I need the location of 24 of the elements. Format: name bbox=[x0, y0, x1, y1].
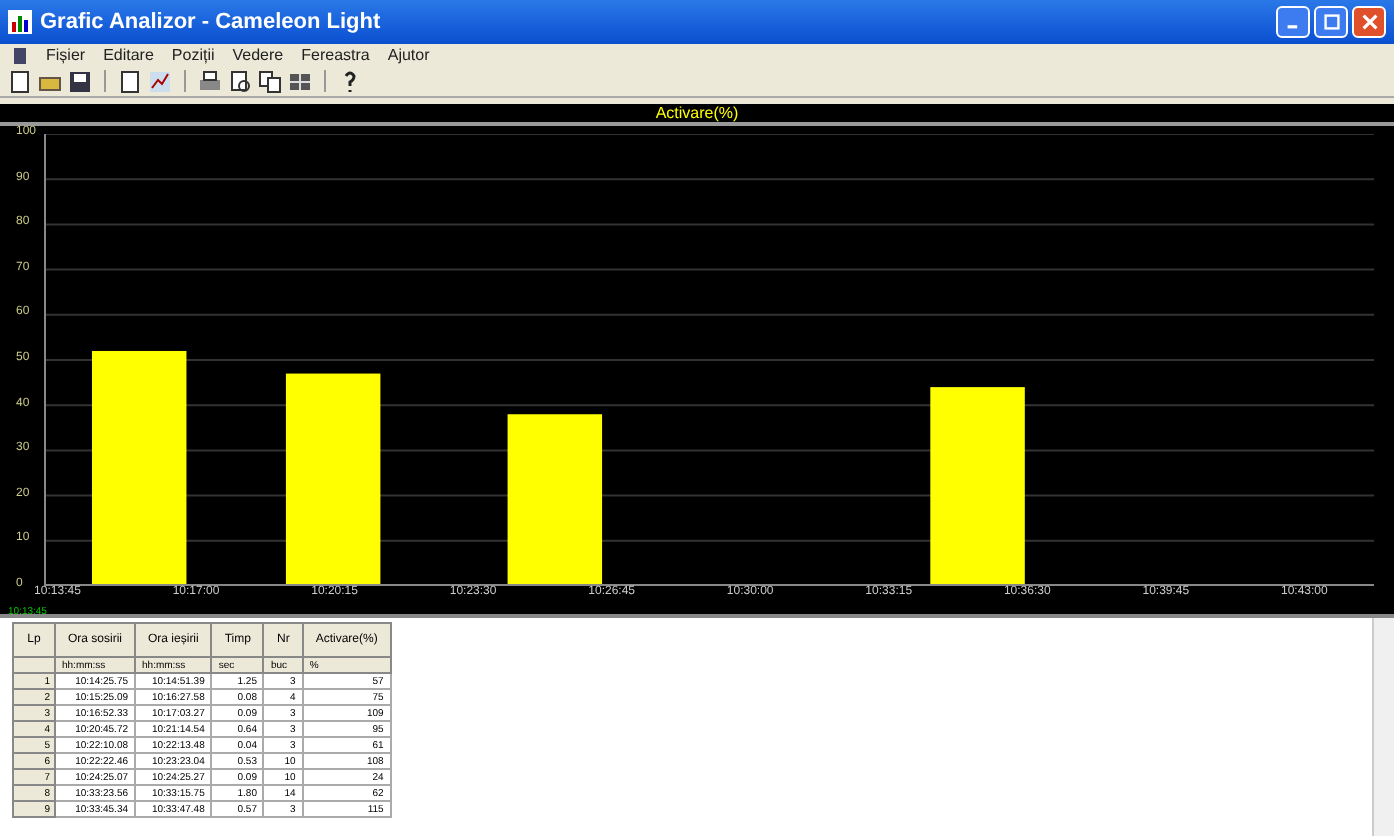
grid-icon[interactable] bbox=[288, 69, 312, 93]
document-icon[interactable] bbox=[12, 47, 28, 63]
printer-icon[interactable] bbox=[198, 69, 222, 93]
save-icon[interactable] bbox=[68, 69, 92, 93]
copy-icon[interactable] bbox=[258, 69, 282, 93]
scrollbar[interactable] bbox=[1372, 618, 1394, 836]
menu-item[interactable]: Ajutor bbox=[387, 46, 430, 64]
close-button[interactable] bbox=[1352, 6, 1386, 38]
document-icon[interactable] bbox=[118, 69, 142, 93]
close-icon bbox=[1361, 14, 1377, 30]
chart-icon bbox=[8, 10, 32, 34]
window-title: Grafic Analizor - Cameleon Light bbox=[40, 10, 381, 34]
menu-item[interactable]: Fișier bbox=[46, 46, 86, 64]
minimize-button[interactable] bbox=[1276, 6, 1310, 38]
menu-item[interactable]: Poziții bbox=[171, 46, 215, 64]
chart-icon[interactable] bbox=[148, 69, 172, 93]
menu-item[interactable]: Editare bbox=[103, 46, 154, 64]
maximize-button[interactable] bbox=[1314, 6, 1348, 38]
menu-item[interactable]: Vedere bbox=[232, 46, 284, 64]
preview-icon[interactable] bbox=[228, 69, 252, 93]
document-icon[interactable] bbox=[8, 69, 32, 93]
maximize-icon bbox=[1323, 14, 1339, 30]
chart-title: Activare(%) bbox=[655, 104, 739, 122]
menu-item[interactable]: Fereastra bbox=[301, 46, 370, 64]
